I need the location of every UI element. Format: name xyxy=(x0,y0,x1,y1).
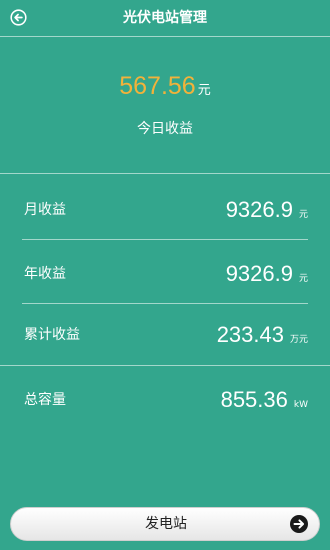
stat-unit: 元 xyxy=(298,274,308,284)
stat-row-capacity: 总容量 855.36 kW xyxy=(0,380,330,420)
section-divider xyxy=(0,365,330,366)
stat-number: 9326.9 xyxy=(225,261,293,286)
stat-label: 年收益 xyxy=(24,266,66,282)
stat-number: 233.43 xyxy=(216,322,284,347)
stat-label: 累计收益 xyxy=(24,327,80,343)
header-bar: 光伏电站管理 xyxy=(0,0,330,37)
stat-unit: kW xyxy=(293,400,308,410)
today-earnings: 567.56 元 xyxy=(0,72,330,101)
row-divider xyxy=(22,239,308,240)
stat-unit: 万元 xyxy=(289,335,308,345)
stat-unit: 元 xyxy=(298,210,308,220)
stat-value: 9326.9 元 xyxy=(226,254,308,294)
stat-number: 855.36 xyxy=(220,387,288,412)
today-amount: 567.56 xyxy=(119,72,196,100)
section-divider xyxy=(0,173,330,174)
page-title: 光伏电站管理 xyxy=(123,10,207,26)
stat-row-total: 累计收益 233.43 万元 xyxy=(0,315,330,355)
stat-label: 总容量 xyxy=(24,392,66,408)
stat-row-year: 年收益 9326.9 元 xyxy=(0,254,330,294)
row-divider xyxy=(22,303,308,304)
stat-row-month: 月收益 9326.9 元 xyxy=(0,190,330,230)
today-unit: 元 xyxy=(197,83,211,98)
stat-value: 9326.9 元 xyxy=(226,190,308,230)
power-station-button[interactable]: 发电站 xyxy=(10,507,320,541)
stat-value: 233.43 万元 xyxy=(217,315,308,355)
stat-value: 855.36 kW xyxy=(221,380,308,420)
stat-number: 9326.9 xyxy=(225,197,293,222)
stat-label: 月收益 xyxy=(24,202,66,218)
power-station-button-label: 发电站 xyxy=(145,516,187,532)
today-label: 今日收益 xyxy=(137,121,193,137)
arrow-right-circle-icon xyxy=(290,515,308,533)
